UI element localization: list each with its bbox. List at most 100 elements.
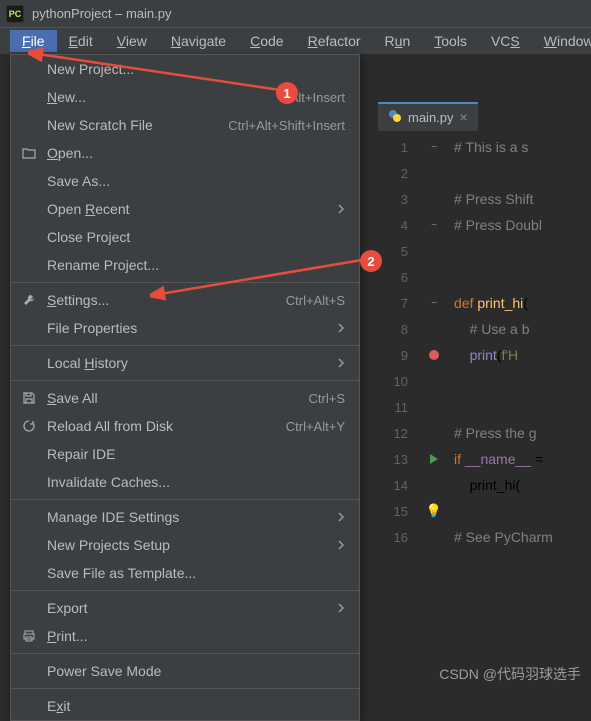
- menu-item-save-as[interactable]: Save As...: [11, 167, 359, 195]
- menu-shortcut: Ctrl+Alt+Y: [286, 419, 345, 434]
- menu-item-label: Local History: [47, 355, 128, 371]
- line-number: 9: [378, 348, 414, 363]
- menu-item-label: New Projects Setup: [47, 537, 170, 553]
- menu-item-label: Save As...: [47, 173, 110, 189]
- code-line[interactable]: 9 print(f'H: [378, 342, 591, 368]
- menu-item-label: Print...: [47, 628, 87, 644]
- gutter[interactable]: [414, 350, 454, 360]
- menu-code[interactable]: Code: [238, 30, 295, 52]
- chevron-right-icon: [337, 509, 345, 525]
- save-icon: [21, 390, 37, 406]
- line-number: 1: [378, 140, 414, 155]
- code-line[interactable]: 16# See PyCharm: [378, 524, 591, 550]
- menu-shortcut: Ctrl+S: [309, 391, 345, 406]
- code-line[interactable]: 4−# Press Doubl: [378, 212, 591, 238]
- menu-item-rename-project[interactable]: Rename Project...: [11, 251, 359, 279]
- code-line[interactable]: 1−# This is a s: [378, 134, 591, 160]
- menu-item-power-save-mode[interactable]: Power Save Mode: [11, 657, 359, 685]
- code-editor[interactable]: 1−# This is a s23# Press Shift4−# Press …: [378, 134, 591, 690]
- menu-item-label: Open Recent: [47, 201, 130, 217]
- gutter[interactable]: 💡: [414, 503, 454, 519]
- code-line[interactable]: 10: [378, 368, 591, 394]
- menu-item-label: Repair IDE: [47, 446, 115, 462]
- code-line[interactable]: 8 # Use a b: [378, 316, 591, 342]
- menu-item-close-project[interactable]: Close Project: [11, 223, 359, 251]
- menu-item-save-all[interactable]: Save AllCtrl+S: [11, 384, 359, 412]
- line-number: 11: [378, 400, 414, 415]
- menu-tools[interactable]: Tools: [422, 30, 479, 52]
- menu-window[interactable]: Window: [532, 30, 591, 52]
- menu-file[interactable]: File: [10, 30, 57, 52]
- run-icon[interactable]: [430, 454, 438, 464]
- menu-refactor[interactable]: Refactor: [296, 30, 373, 52]
- menu-vcs[interactable]: VCS: [479, 30, 532, 52]
- code-line[interactable]: 11: [378, 394, 591, 420]
- menu-run[interactable]: Run: [373, 30, 423, 52]
- menu-item-label: Exit: [47, 698, 70, 714]
- menu-item-file-properties[interactable]: File Properties: [11, 314, 359, 342]
- line-number: 12: [378, 426, 414, 441]
- menu-item-label: Export: [47, 600, 87, 616]
- fold-icon[interactable]: −: [431, 142, 437, 153]
- menu-item-save-file-as-template[interactable]: Save File as Template...: [11, 559, 359, 587]
- menu-item-manage-ide-settings[interactable]: Manage IDE Settings: [11, 503, 359, 531]
- code-line[interactable]: 13if __name__ =: [378, 446, 591, 472]
- menu-item-settings[interactable]: Settings...Ctrl+Alt+S: [11, 286, 359, 314]
- menu-item-local-history[interactable]: Local History: [11, 349, 359, 377]
- menu-item-repair-ide[interactable]: Repair IDE: [11, 440, 359, 468]
- menu-separator: [11, 282, 359, 283]
- gutter[interactable]: −: [414, 142, 454, 153]
- code-text: # See PyCharm: [454, 529, 553, 545]
- menu-item-new[interactable]: New... Alt+Insert: [11, 83, 359, 111]
- menu-item-print[interactable]: Print...: [11, 622, 359, 650]
- menu-item-new-project[interactable]: New Project...: [11, 55, 359, 83]
- fold-icon[interactable]: −: [431, 298, 437, 309]
- menu-bar: FileEditViewNavigateCodeRefactorRunTools…: [0, 28, 591, 54]
- menu-item-export[interactable]: Export: [11, 594, 359, 622]
- line-number: 10: [378, 374, 414, 389]
- menu-item-new-scratch-file[interactable]: New Scratch File Ctrl+Alt+Shift+Insert: [11, 111, 359, 139]
- chevron-right-icon: [337, 355, 345, 371]
- menu-item-label: New Scratch File: [47, 117, 153, 133]
- window-title: pythonProject – main.py: [32, 6, 171, 21]
- menu-item-invalidate-caches[interactable]: Invalidate Caches...: [11, 468, 359, 496]
- code-line[interactable]: 14 print_hi(: [378, 472, 591, 498]
- close-icon[interactable]: ×: [460, 109, 468, 125]
- code-line[interactable]: 5: [378, 238, 591, 264]
- wrench-icon: [21, 292, 37, 308]
- gutter[interactable]: [414, 454, 454, 464]
- code-line[interactable]: 6: [378, 264, 591, 290]
- code-line[interactable]: 2: [378, 160, 591, 186]
- menu-item-new-projects-setup[interactable]: New Projects Setup: [11, 531, 359, 559]
- bulb-icon[interactable]: 💡: [426, 503, 442, 519]
- menu-item-reload-all-from-disk[interactable]: Reload All from DiskCtrl+Alt+Y: [11, 412, 359, 440]
- menu-shortcut: Ctrl+Alt+Shift+Insert: [228, 118, 345, 133]
- menu-item-label: New...: [47, 89, 86, 105]
- chevron-right-icon: [337, 600, 345, 616]
- menu-navigate[interactable]: Navigate: [159, 30, 238, 52]
- line-number: 13: [378, 452, 414, 467]
- line-number: 8: [378, 322, 414, 337]
- line-number: 4: [378, 218, 414, 233]
- code-line[interactable]: 12# Press the g: [378, 420, 591, 446]
- editor-tab-main[interactable]: main.py ×: [378, 102, 478, 131]
- menu-separator: [11, 688, 359, 689]
- menu-view[interactable]: View: [105, 30, 159, 52]
- menu-item-open-recent[interactable]: Open Recent: [11, 195, 359, 223]
- code-line[interactable]: 3# Press Shift: [378, 186, 591, 212]
- line-number: 2: [378, 166, 414, 181]
- code-line[interactable]: 15💡: [378, 498, 591, 524]
- menu-item-exit[interactable]: Exit: [11, 692, 359, 720]
- fold-icon[interactable]: −: [431, 220, 437, 231]
- menu-item-label: Settings...: [47, 292, 109, 308]
- menu-edit[interactable]: Edit: [57, 30, 105, 52]
- menu-shortcut: Alt+Insert: [290, 90, 345, 105]
- breakpoint-icon[interactable]: [429, 350, 439, 360]
- gutter[interactable]: −: [414, 298, 454, 309]
- reload-icon: [21, 418, 37, 434]
- gutter[interactable]: −: [414, 220, 454, 231]
- menu-item-open[interactable]: Open...: [11, 139, 359, 167]
- line-number: 3: [378, 192, 414, 207]
- app-icon: PC: [6, 5, 24, 23]
- code-line[interactable]: 7−def print_hi(: [378, 290, 591, 316]
